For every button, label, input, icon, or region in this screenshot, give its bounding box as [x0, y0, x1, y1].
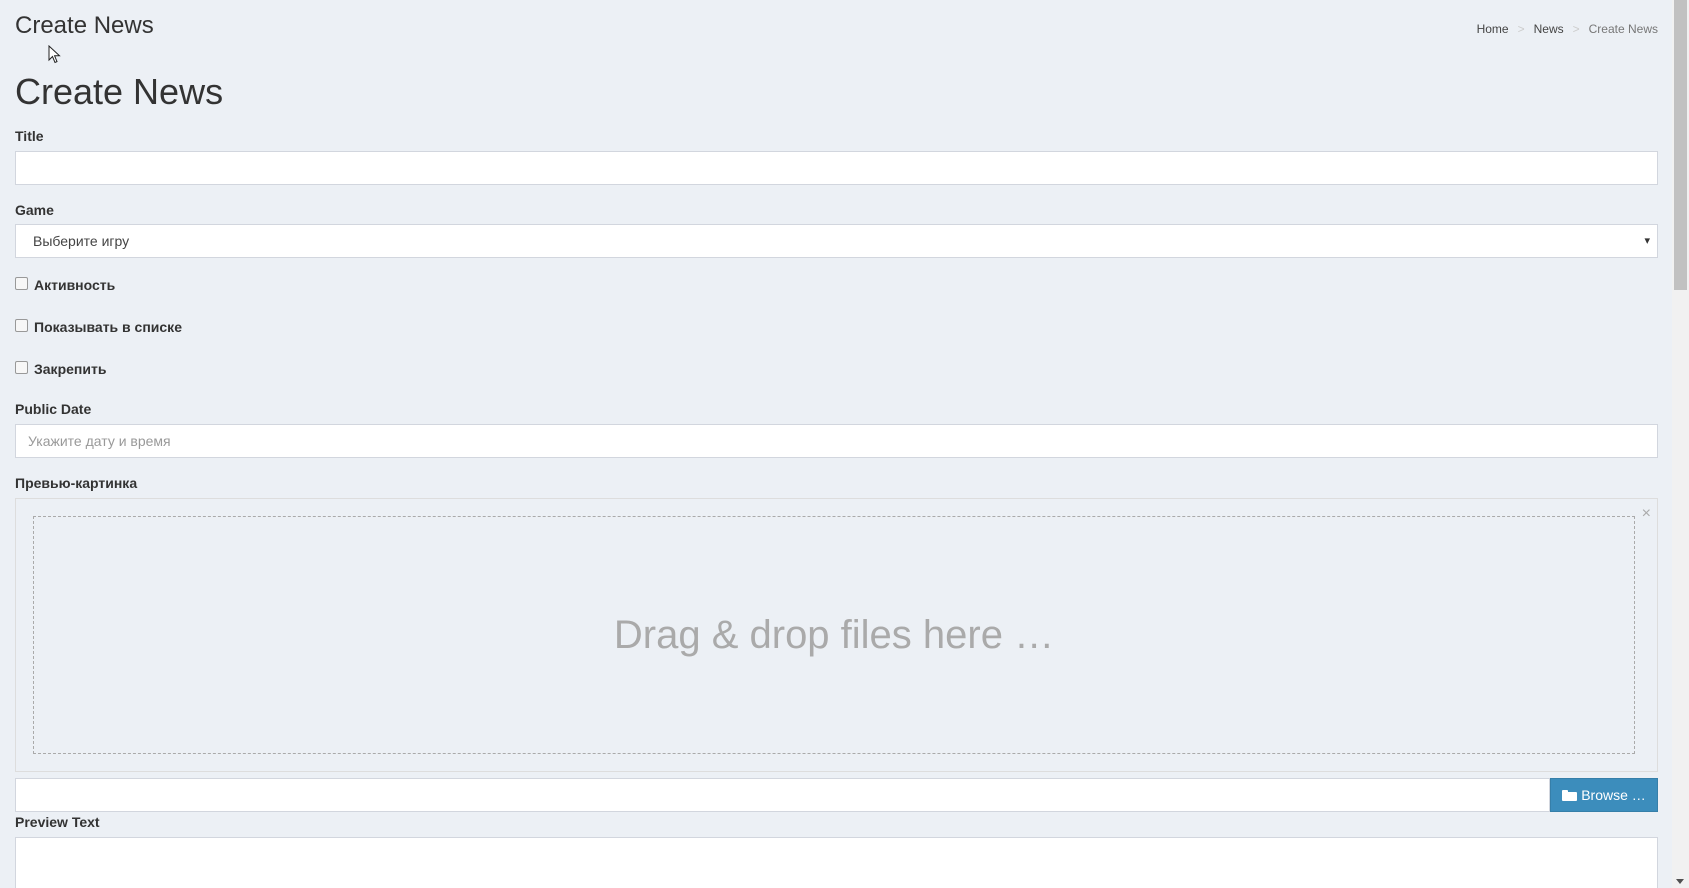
close-icon[interactable]: ×	[1642, 505, 1651, 523]
scroll-down-arrow-icon[interactable]	[1676, 879, 1684, 884]
preview-text-label: Preview Text	[15, 814, 100, 830]
active-checkbox[interactable]	[15, 276, 28, 290]
dropzone[interactable]: Drag & drop files here …	[33, 516, 1635, 754]
breadcrumb-separator: >	[1517, 22, 1525, 36]
scrollbar-thumb[interactable]	[1674, 0, 1687, 290]
public-date-input[interactable]	[15, 424, 1658, 458]
preview-image-label: Превью-картинка	[15, 475, 138, 491]
checkbox-row-active[interactable]: Активность	[15, 276, 116, 293]
page-title: Create News	[15, 71, 224, 112]
file-preview-box: × Drag & drop files here …	[15, 498, 1658, 772]
browse-button[interactable]: Browse …	[1550, 778, 1658, 812]
header-title: Create News	[15, 12, 154, 39]
public-date-label: Public Date	[15, 401, 92, 417]
folder-open-icon	[1562, 789, 1578, 801]
title-label: Title	[15, 128, 44, 144]
mouse-cursor-icon	[48, 45, 61, 64]
game-label: Game	[15, 202, 54, 218]
file-input-group: Browse …	[15, 778, 1658, 812]
browse-button-label: Browse …	[1581, 787, 1646, 803]
breadcrumb: Home > News > Create News	[1477, 22, 1658, 36]
breadcrumb-news[interactable]: News	[1534, 22, 1564, 36]
breadcrumb-home[interactable]: Home	[1477, 22, 1509, 36]
breadcrumb-current: Create News	[1588, 22, 1658, 36]
show-in-list-checkbox-label: Показывать в списке	[34, 319, 182, 335]
file-caption-input[interactable]	[15, 778, 1550, 812]
checkbox-row-show-in-list[interactable]: Показывать в списке	[15, 318, 182, 335]
active-checkbox-label: Активность	[34, 277, 116, 293]
chevron-down-icon: ▾	[1644, 235, 1650, 247]
game-select[interactable]: Выберите игру ▾	[15, 224, 1658, 258]
pin-checkbox-label: Закрепить	[34, 361, 107, 377]
pin-checkbox[interactable]	[15, 360, 28, 374]
viewport: Create News Home > News > Create News Cr…	[0, 0, 1689, 888]
preview-text-textarea[interactable]	[15, 837, 1658, 888]
show-in-list-checkbox[interactable]	[15, 318, 28, 332]
breadcrumb-separator: >	[1572, 22, 1580, 36]
game-select-value: Выберите игру	[33, 233, 130, 249]
dropzone-text: Drag & drop files here …	[613, 612, 1055, 657]
vertical-scrollbar[interactable]	[1672, 0, 1689, 888]
title-input[interactable]	[15, 151, 1658, 185]
checkbox-row-pin[interactable]: Закрепить	[15, 360, 107, 377]
